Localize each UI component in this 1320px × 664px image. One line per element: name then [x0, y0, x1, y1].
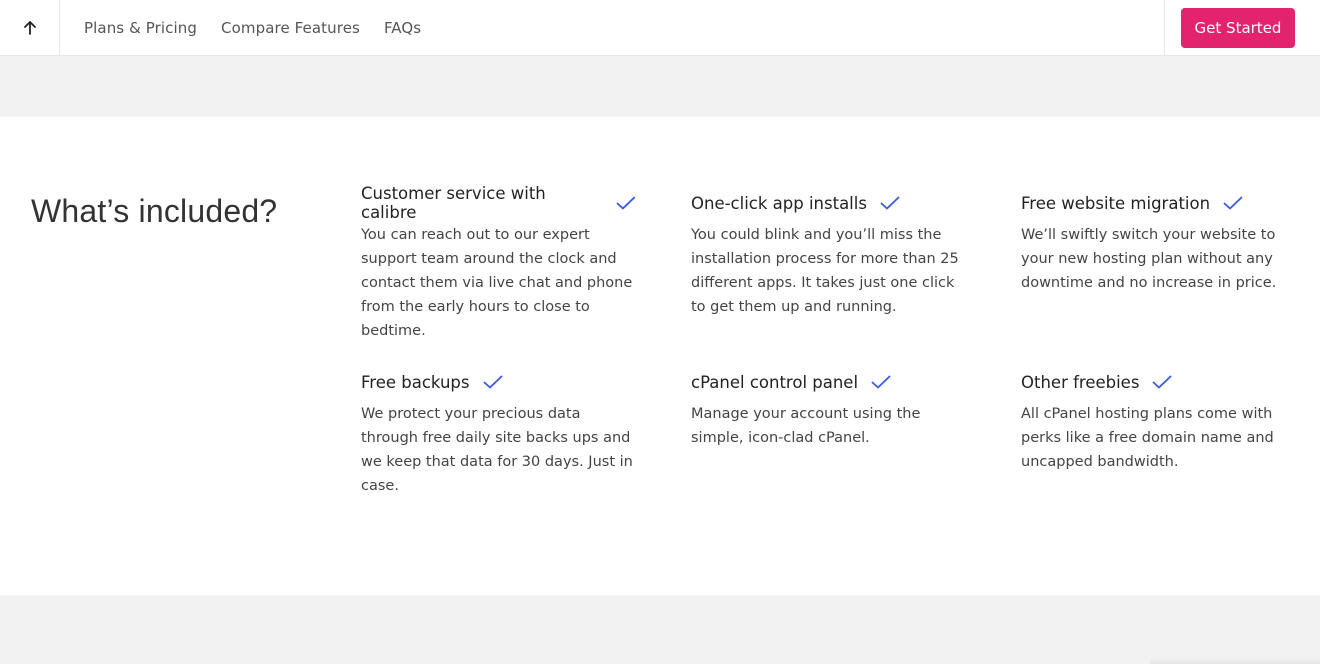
feature-description: We protect your precious data through fr…: [361, 406, 633, 494]
top-navbar: Plans & Pricing Compare Features FAQs Ge…: [0, 0, 1320, 56]
feature-website-migration: Free website migration We’ll swiftly swi…: [1021, 191, 1296, 295]
section-title: What’s included?: [31, 193, 278, 229]
check-icon: [483, 375, 502, 389]
corner-shadow: [1150, 658, 1320, 664]
feature-free-backups: Free backups We protect your precious da…: [361, 370, 636, 498]
feature-one-click-installs: One-click app installs You could blink a…: [691, 191, 966, 319]
feature-title: cPanel control panel: [691, 372, 859, 392]
check-icon: [880, 196, 900, 210]
nav-links: Plans & Pricing Compare Features FAQs: [84, 0, 445, 55]
feature-title: Customer service with calibre: [361, 184, 546, 222]
feature-description: We’ll swiftly switch your website to you…: [1021, 227, 1277, 291]
check-icon: [616, 196, 636, 210]
back-to-top-button[interactable]: [0, 0, 60, 55]
nav-link-plans-pricing[interactable]: Plans & Pricing: [84, 19, 197, 37]
nav-cta-area: Get Started: [1164, 0, 1320, 55]
feature-description: Manage your account using the simple, ic…: [691, 406, 921, 446]
feature-title: Other freebies: [1021, 372, 1140, 392]
feature-title: Free website migration: [1021, 193, 1211, 213]
feature-title: Free backups: [361, 372, 470, 392]
feature-other-freebies: Other freebies All cPanel hosting plans …: [1021, 370, 1296, 474]
feature-cpanel-control-panel: cPanel control panel Manage your account…: [691, 370, 966, 450]
feature-description: All cPanel hosting plans come with perks…: [1021, 406, 1274, 470]
feature-description: You could blink and you’ll miss the inst…: [691, 227, 959, 315]
check-icon: [1153, 375, 1172, 389]
nav-link-compare-features[interactable]: Compare Features: [221, 19, 360, 37]
arrow-up-icon: [23, 20, 36, 35]
whats-included-section: What’s included? Customer service with c…: [0, 117, 1320, 595]
feature-title: One-click app installs: [691, 193, 867, 213]
check-icon: [871, 375, 891, 389]
feature-customer-service: Customer service with calibre You can re…: [361, 184, 636, 343]
nav-link-faqs[interactable]: FAQs: [384, 19, 421, 37]
get-started-button[interactable]: Get Started: [1181, 8, 1295, 48]
feature-description: You can reach out to our expert support …: [361, 227, 633, 339]
check-icon: [1223, 196, 1243, 210]
